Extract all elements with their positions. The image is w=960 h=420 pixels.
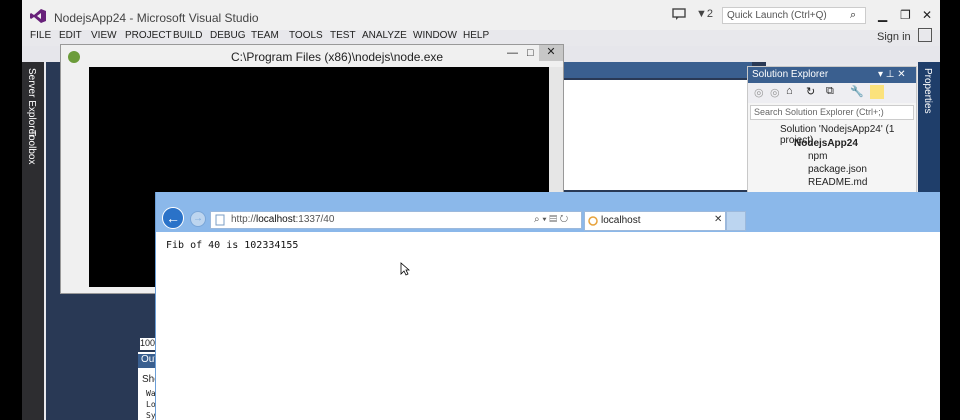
quick-launch-input[interactable]: Quick Launch (Ctrl+Q) [722, 7, 866, 24]
back-icon[interactable]: ◎ [754, 86, 764, 99]
code-editor[interactable] [564, 80, 750, 190]
console-close-button[interactable]: ✕ [539, 45, 563, 61]
mouse-cursor-icon [400, 262, 410, 276]
properties-icon[interactable]: 🔧 [850, 85, 864, 98]
readme-node[interactable]: README.md [808, 177, 867, 188]
user-icon[interactable] [918, 28, 932, 42]
solution-explorer: Solution Explorer ▾ ⊥ ✕ ◎ ◎ ⌂ ↻ ⧉ 🔧 Sear… [747, 66, 917, 196]
url-path: :1337/40 [295, 214, 335, 225]
browser-window: ← → http://localhost:1337/40 ⌕ ▾ ▤ ↻ loc… [155, 192, 940, 420]
editor-tab-strip [552, 62, 752, 78]
npm-node[interactable]: npm [808, 151, 827, 162]
toolbox-tab[interactable]: Toolbox [26, 130, 37, 164]
forward-arrow-icon[interactable]: → [190, 211, 206, 227]
visual-studio-window: NodejsApp24 - Microsoft Visual Studio ▼2… [22, 0, 940, 420]
solution-explorer-toolbar: ◎ ◎ ⌂ ↻ ⧉ 🔧 [748, 83, 916, 103]
address-bar[interactable]: http://localhost:1337/40 [210, 211, 582, 229]
browser-tab[interactable]: localhost [584, 211, 726, 231]
menu-analyze[interactable]: ANALYZE [362, 30, 407, 41]
flag-count-text: 2 [706, 8, 714, 20]
window-title: NodejsApp24 - Microsoft Visual Studio [54, 11, 259, 25]
minimize-button[interactable]: ▁ [878, 8, 887, 22]
properties-tab[interactable]: Properties [922, 68, 933, 114]
collapse-all-icon[interactable]: ⧉ [826, 85, 834, 98]
menu-project[interactable]: PROJECT [125, 30, 172, 41]
pin-icon[interactable]: ▾ ⊥ ✕ [878, 69, 906, 80]
menu-team[interactable]: TEAM [251, 30, 279, 41]
solution-explorer-title-text: Solution Explorer [752, 69, 829, 80]
page-content: Fib of 40 is 102334155 [166, 240, 299, 251]
restore-button[interactable]: ❐ [900, 8, 911, 22]
close-button[interactable]: ✕ [922, 8, 932, 22]
tab-close-icon[interactable]: ✕ [714, 214, 722, 225]
back-arrow-icon[interactable]: ← [162, 207, 184, 229]
project-node[interactable]: NodejsApp24 [794, 138, 858, 149]
package-json-node[interactable]: package.json [808, 164, 867, 175]
node-icon [68, 51, 80, 63]
menu-help[interactable]: HELP [463, 30, 489, 41]
url-scheme: http:// [231, 214, 257, 225]
menu-build[interactable]: BUILD [173, 30, 202, 41]
console-minimize-button[interactable]: — [507, 47, 518, 59]
feedback-flag-count[interactable]: ▼2 [696, 8, 713, 20]
screen-border [940, 0, 960, 420]
page-icon [215, 214, 225, 226]
menu-tools[interactable]: TOOLS [289, 30, 323, 41]
solution-explorer-search-input[interactable]: Search Solution Explorer (Ctrl+;) [750, 105, 914, 120]
search-icon[interactable]: ⌕ [850, 9, 856, 22]
solution-explorer-title: Solution Explorer ▾ ⊥ ✕ [748, 67, 916, 83]
menu-edit[interactable]: EDIT [59, 30, 82, 41]
menu-view[interactable]: VIEW [91, 30, 117, 41]
new-tab-button[interactable] [726, 211, 746, 231]
menu-window[interactable]: WINDOW [413, 30, 457, 41]
url-host: localhost [256, 214, 296, 225]
sync-icon[interactable]: ↻ [806, 85, 815, 98]
title-bar: NodejsApp24 - Microsoft Visual Studio ▼2… [22, 0, 940, 30]
forward-icon[interactable]: ◎ [770, 86, 780, 99]
home-icon[interactable]: ⌂ [786, 85, 793, 97]
console-maximize-button[interactable]: □ [527, 47, 534, 59]
server-explorer-tab[interactable]: Server Explorer [26, 68, 37, 137]
visual-studio-logo-icon [30, 9, 46, 23]
ie-tab-icon [588, 216, 598, 226]
sign-in-link[interactable]: Sign in [877, 31, 911, 43]
menu-file[interactable]: FILE [30, 30, 51, 41]
notification-icon[interactable] [672, 8, 686, 20]
preview-icon[interactable] [870, 85, 884, 99]
menu-test[interactable]: TEST [330, 30, 356, 41]
menu-debug[interactable]: DEBUG [210, 30, 246, 41]
address-tools-icon[interactable]: ⌕ ▾ ▤ ↻ [534, 214, 568, 225]
console-title: C:\Program Files (x86)\nodejs\node.exe [231, 50, 444, 64]
